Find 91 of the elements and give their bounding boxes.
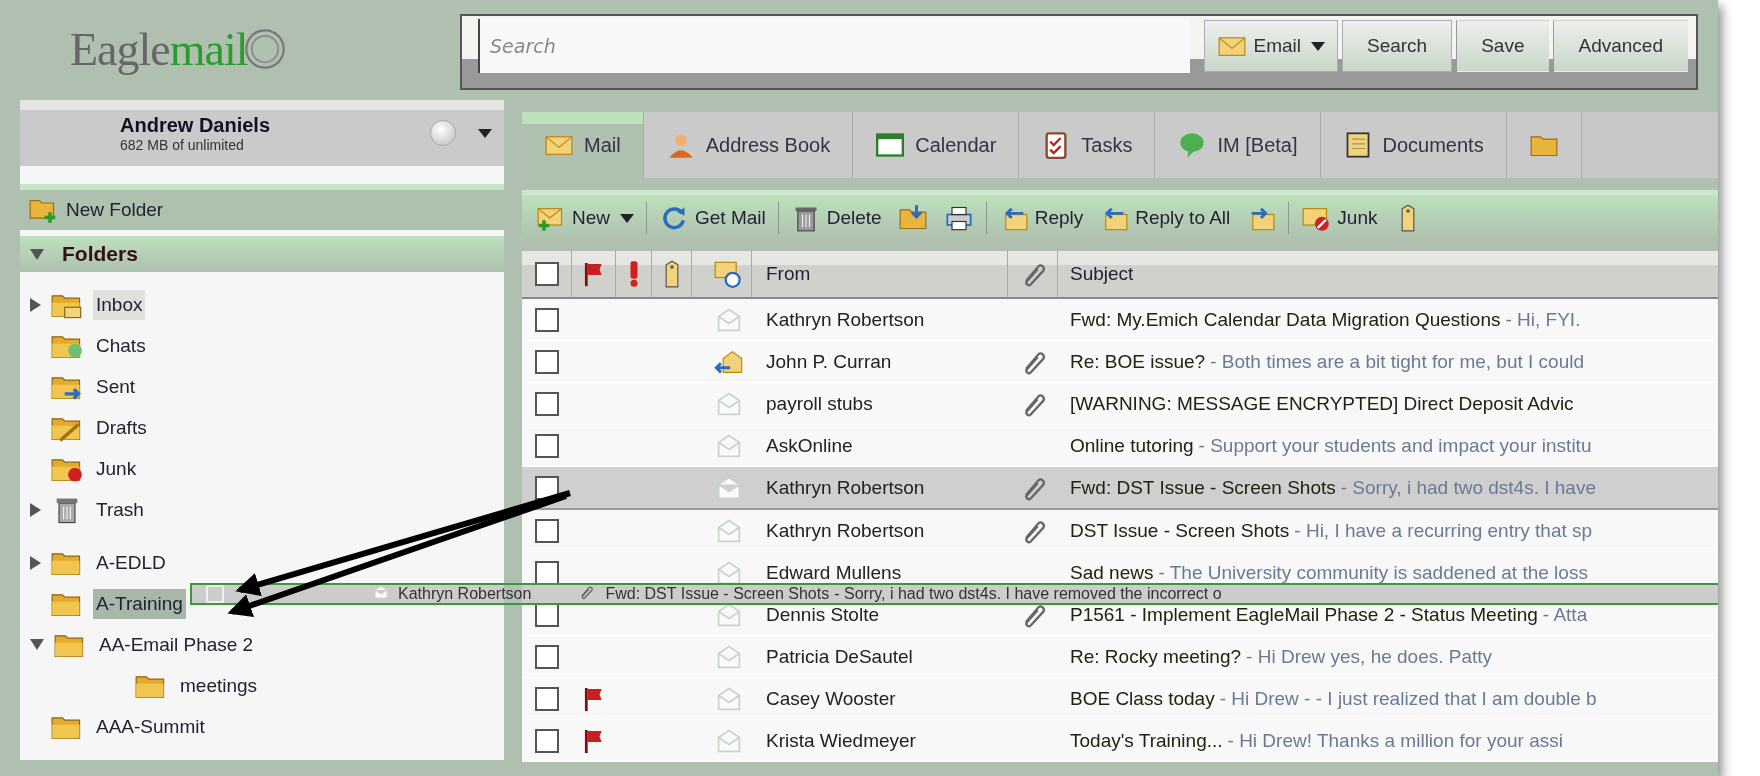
square-icon [206, 585, 224, 603]
checkbox[interactable] [535, 349, 559, 374]
checkbox[interactable] [535, 728, 559, 753]
message-row[interactable]: John P. Curran Re: BOE issue? - Both times are a bit tight for me, but I could [522, 341, 1718, 383]
toolbar-button[interactable]: Junk [1297, 204, 1382, 232]
message-preview: - The University community is saddened at the loss [1158, 561, 1588, 583]
message-row[interactable]: Kathryn Robertson Fwd: My.Emich Calendar Data Migration Questions - Hi, FYI. [522, 299, 1718, 341]
logo-wordmark: Eaglemail [70, 22, 248, 76]
message-row[interactable]: Kathryn Robertson Fwd: DST Issue - Screen Shots - Sorry, i had two dst4s. I have [522, 467, 1718, 510]
column-header[interactable]: From [752, 251, 1008, 297]
printer-icon [943, 204, 974, 232]
tab[interactable]: Mail [522, 112, 644, 178]
search-bar-button[interactable]: Save [1456, 20, 1550, 72]
checkbox[interactable] [535, 686, 559, 711]
folder-item[interactable]: Trash [93, 494, 147, 525]
sender: John P. Curran [765, 350, 893, 373]
checkbox[interactable] [535, 560, 559, 585]
sender: Krista Wiedmeyer [765, 729, 917, 752]
new-folder-button[interactable]: New Folder [20, 184, 504, 230]
quota-text: 682 MB of unlimited [120, 136, 245, 153]
checkbox[interactable] [535, 475, 559, 500]
folder-item[interactable]: AAA-Summit [93, 711, 208, 742]
message-row[interactable]: Krista Wiedmeyer Today's Training... - Hi Drew! Thanks a million for your assi [522, 720, 1718, 762]
column-header[interactable]: Subject [1058, 251, 1718, 297]
sender: AskOnline [765, 434, 854, 457]
subject: DST Issue - Screen Shots [1070, 519, 1290, 541]
folder-item[interactable]: Chats [93, 330, 149, 361]
sender: Patricia DeSautel [765, 645, 914, 668]
folder-item[interactable]: meetings [177, 670, 261, 701]
message-preview: - Hi, I have a recurring entry that sp [1294, 519, 1593, 541]
message-preview: - Sorry, i had two dst4s. I have [1340, 476, 1596, 498]
search-bar-button[interactable]: Search [1341, 20, 1453, 72]
search-bar-button[interactable]: Advanced [1553, 20, 1688, 72]
message-row[interactable]: Casey Wooster BOE Class today - Hi Drew - - I just realized that I am double b [522, 678, 1718, 720]
folders-header[interactable]: Folders [20, 236, 504, 272]
message-preview: - Hi Drew yes, he does. Patty [1246, 645, 1493, 667]
folder-item[interactable]: AA-Email Phase 2 [96, 629, 257, 660]
subject: Today's Training... [1070, 729, 1223, 751]
account-name: Andrew Daniels [120, 113, 272, 137]
subject: Online tutoring [1070, 434, 1194, 456]
sender: Dennis Stolte [765, 603, 880, 626]
toolbar-button[interactable]: Delete [786, 204, 886, 232]
subject: Re: Rocky meeting? [1070, 645, 1242, 667]
subject: P1561 - Implement EagleMail Phase 2 - Status Meeting [1070, 603, 1538, 625]
subject: Fwd: My.Emich Calendar Data Migration Questions [1070, 308, 1501, 330]
toolbar-button[interactable]: Reply [994, 204, 1088, 232]
caret-icon [1310, 41, 1325, 51]
folder-item[interactable]: Sent [93, 371, 139, 402]
search-field[interactable]: Search [478, 19, 1191, 73]
checkbox[interactable] [535, 433, 559, 458]
message-row[interactable]: payroll stubs [WARNING: MESSAGE ENCRYPTED] Direct Deposit Advic [522, 383, 1718, 425]
checkbox[interactable] [535, 307, 559, 332]
subject: [WARNING: MESSAGE ENCRYPTED] Direct Deposit Advic [1070, 392, 1574, 414]
checkbox[interactable] [535, 644, 559, 669]
message-preview: - Both times are a bit tight for me, but I could [1210, 350, 1584, 372]
sender: Edward Mullens [765, 561, 903, 584]
toolbar-button[interactable]: Get Mail [655, 204, 770, 232]
message-preview: - Hi Drew - - I just realized that I am double b [1219, 687, 1597, 709]
message-row[interactable]: Kathryn Robertson DST Issue - Screen Shots - Hi, I have a recurring entry that sp [522, 510, 1718, 552]
subject: BOE Class today [1070, 687, 1215, 709]
sender: Kathryn Robertson [765, 308, 926, 331]
folder-item[interactable]: A-EDLD [93, 547, 169, 578]
expand-triangle-icon[interactable] [30, 502, 41, 517]
toolbar-button[interactable]: New [532, 204, 638, 232]
checkbox[interactable] [535, 518, 559, 543]
subject: Fwd: DST Issue - Screen Shots [1070, 476, 1336, 498]
subject: Sad news [1070, 561, 1154, 583]
checkbox[interactable] [535, 391, 559, 416]
scope-dropdown[interactable]: Email [1204, 20, 1338, 72]
flag-icon [582, 260, 605, 288]
subject: Re: BOE issue? [1070, 350, 1206, 372]
caret-icon[interactable] [478, 128, 492, 138]
sender: Kathryn Robertson [765, 519, 926, 542]
message-preview: - Atta [1542, 603, 1588, 625]
calendar-icon [875, 131, 906, 159]
message-preview: - Hi Drew! Thanks a million for your assi [1227, 729, 1563, 751]
checkbox[interactable] [534, 262, 559, 286]
collapse-triangle-icon [30, 248, 44, 260]
toolbar-button[interactable]: Reply to All [1095, 204, 1235, 232]
folder-arrow-icon [897, 204, 928, 232]
message-preview: - Support your students and impact your institu [1198, 434, 1592, 456]
message-preview: - Hi, FYI. [1505, 308, 1581, 330]
sender: Kathryn Robertson [765, 476, 926, 499]
folder-item[interactable]: Inbox [93, 289, 146, 320]
folder-item[interactable]: Junk [93, 453, 140, 484]
message-row[interactable]: Patricia DeSautel Re: Rocky meeting? - Hi Drew yes, he does. Patty [522, 636, 1718, 678]
folder-item[interactable]: A-Training [93, 588, 186, 619]
sender: Casey Wooster [765, 687, 897, 710]
open-envelope-icon [372, 584, 390, 600]
folder-item[interactable]: Drafts [93, 412, 150, 443]
sender: payroll stubs [765, 392, 874, 415]
